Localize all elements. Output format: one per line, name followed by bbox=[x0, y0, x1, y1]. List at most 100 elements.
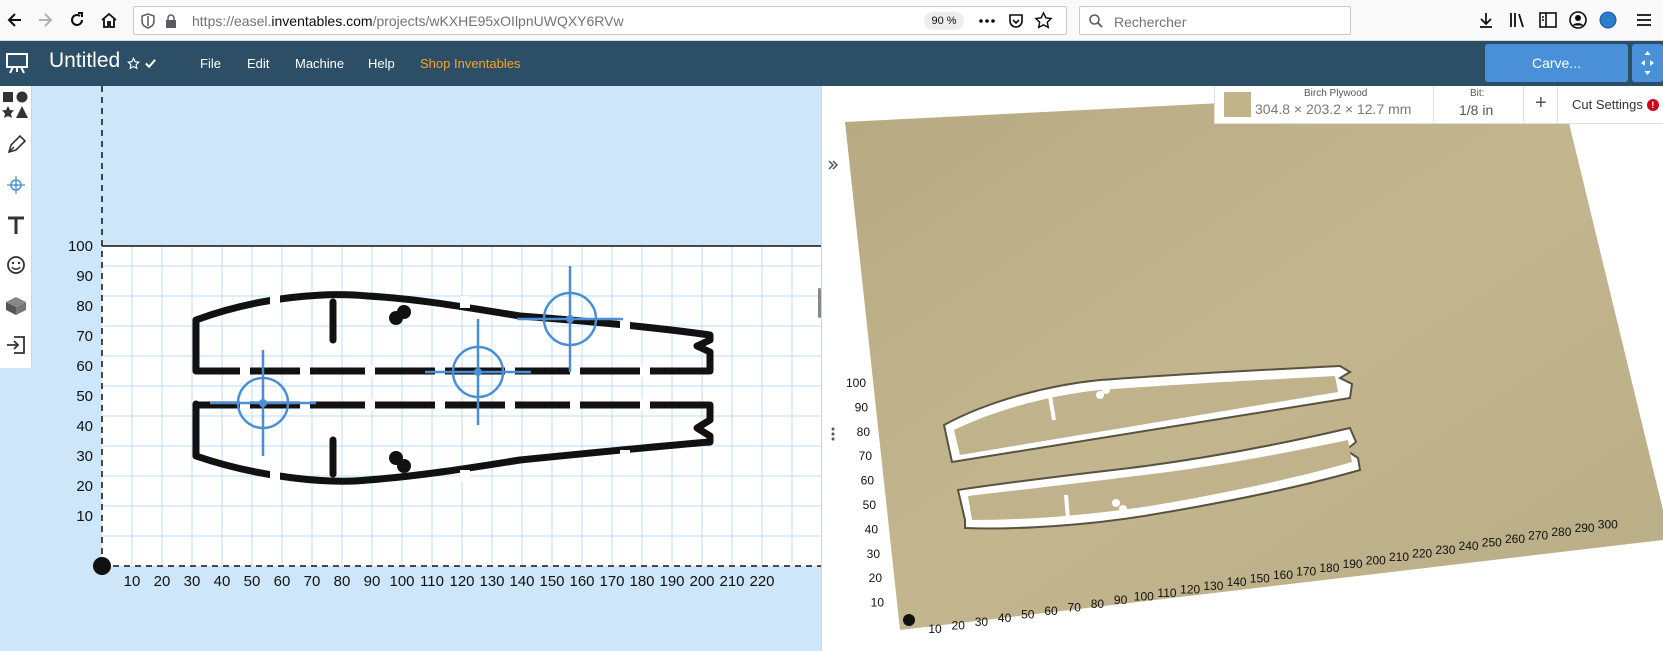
easel-logo-icon[interactable] bbox=[5, 51, 29, 75]
preview-y-tick-label: 70 bbox=[859, 449, 873, 463]
favorite-star-icon[interactable] bbox=[127, 57, 140, 70]
search-bar[interactable]: Rechercher bbox=[1079, 6, 1351, 35]
origin-marker[interactable] bbox=[93, 557, 111, 575]
url-bar[interactable]: https://easel.inventables.com/projects/w… bbox=[133, 6, 1067, 35]
separator bbox=[1433, 86, 1434, 124]
bookmark-star-icon[interactable] bbox=[1034, 11, 1053, 30]
x-tick-label: 110 bbox=[420, 573, 444, 590]
x-axis-labels: 10 20 30 40 50 60 70 80 90 100 110 120 130 140 150 160 1… bbox=[124, 573, 775, 590]
y-tick-label: 50 bbox=[76, 388, 93, 405]
apps-tool[interactable] bbox=[0, 286, 32, 324]
preview-x-tick-label: 100 bbox=[1134, 590, 1154, 604]
menu-file[interactable]: File bbox=[200, 56, 221, 71]
cut-settings-label: Cut Settings bbox=[1572, 97, 1643, 112]
document-title[interactable]: Untitled bbox=[49, 49, 120, 73]
x-tick-label: 140 bbox=[509, 573, 534, 590]
x-tick-label: 20 bbox=[154, 573, 171, 590]
y-tick-label: 10 bbox=[76, 508, 93, 525]
app-header: Untitled File Edit Machine Help Shop Inv… bbox=[0, 41, 1663, 86]
lock-icon[interactable] bbox=[164, 13, 178, 29]
home-button[interactable] bbox=[94, 5, 124, 35]
panel-divider[interactable] bbox=[821, 86, 845, 651]
separator bbox=[1557, 86, 1558, 124]
preview-x-tick-label: 200 bbox=[1366, 554, 1386, 568]
preview-x-tick-label: 240 bbox=[1459, 539, 1479, 553]
x-tick-label: 80 bbox=[334, 573, 351, 590]
expand-arrows-icon bbox=[1641, 51, 1654, 75]
reload-button[interactable] bbox=[62, 5, 92, 35]
saved-check-icon bbox=[145, 59, 156, 69]
preview-x-tick-label: 10 bbox=[928, 622, 942, 636]
preview-x-tick-label: 250 bbox=[1482, 536, 1502, 550]
import-icon bbox=[7, 336, 25, 354]
bit-label: Bit: bbox=[1470, 88, 1485, 99]
preview-y-tick-label: 50 bbox=[863, 498, 877, 512]
preview-y-tick-label: 100 bbox=[846, 376, 866, 390]
account-icon[interactable] bbox=[1568, 10, 1588, 30]
smiley-icon bbox=[7, 256, 25, 274]
import-tool[interactable] bbox=[0, 326, 32, 364]
carve-preview[interactable]: 10 20 30 40 50 60 70 80 90 100 110 120 130 140 150 160 1… bbox=[845, 86, 1663, 651]
bit-size-value[interactable]: 1/8 in bbox=[1459, 102, 1493, 118]
preview-y-tick-label: 80 bbox=[857, 425, 871, 439]
preview-y-tick-label: 30 bbox=[867, 547, 881, 561]
y-axis-labels: 100 90 80 70 60 50 40 30 20 10 bbox=[68, 238, 93, 525]
x-tick-label: 70 bbox=[304, 573, 321, 590]
cut-settings-button[interactable]: Cut Settings! bbox=[1572, 97, 1659, 112]
sidebar-icon[interactable] bbox=[1538, 10, 1558, 30]
menu-machine[interactable]: Machine bbox=[295, 56, 344, 71]
drag-handle-icon[interactable] bbox=[830, 426, 836, 442]
design-workspace[interactable]: 100 90 80 70 60 50 40 30 20 10 10 20 30 40 50 60 70 80 90… bbox=[0, 86, 821, 651]
shapes-tool[interactable] bbox=[0, 86, 32, 124]
preview-y-tick-label: 20 bbox=[869, 571, 883, 585]
carve-button[interactable]: Carve... bbox=[1485, 44, 1628, 82]
material-swatch[interactable] bbox=[1224, 92, 1251, 117]
forward-button[interactable] bbox=[30, 5, 60, 35]
pocket-icon[interactable] bbox=[1007, 12, 1025, 30]
menu-shop-inventables[interactable]: Shop Inventables bbox=[420, 56, 520, 71]
text-tool[interactable] bbox=[0, 206, 32, 244]
material-name[interactable]: Birch Plywood bbox=[1304, 88, 1367, 99]
back-button[interactable] bbox=[0, 5, 30, 35]
preview-x-tick-label: 20 bbox=[952, 618, 966, 632]
preview-x-tick-label: 180 bbox=[1319, 561, 1339, 575]
menu-help[interactable]: Help bbox=[368, 56, 395, 71]
target-icon bbox=[7, 176, 25, 194]
preview-x-tick-label: 290 bbox=[1575, 521, 1595, 535]
fullscreen-button[interactable] bbox=[1632, 44, 1663, 82]
y-tick-label: 20 bbox=[76, 478, 93, 495]
preview-3d-view[interactable]: 10 20 30 40 50 60 70 80 90 100 110 120 130 140 150 160 1… bbox=[845, 86, 1663, 651]
apps-box-icon bbox=[6, 297, 26, 315]
x-tick-label: 220 bbox=[749, 573, 774, 590]
add-bit-button[interactable]: + bbox=[1535, 92, 1547, 115]
preview-x-tick-label: 300 bbox=[1598, 518, 1618, 532]
menu-edit[interactable]: Edit bbox=[247, 56, 269, 71]
icons-tool[interactable] bbox=[0, 246, 32, 284]
y-tick-label: 100 bbox=[68, 238, 93, 255]
preview-y-tick-label: 40 bbox=[865, 522, 879, 536]
y-tick-label: 90 bbox=[76, 268, 93, 285]
pen-tool[interactable] bbox=[0, 126, 32, 164]
x-tick-label: 170 bbox=[599, 573, 624, 590]
library-icon[interactable] bbox=[1508, 10, 1528, 30]
downloads-icon[interactable] bbox=[1476, 10, 1496, 30]
preview-origin-marker bbox=[903, 614, 915, 626]
y-tick-label: 30 bbox=[76, 448, 93, 465]
preview-x-tick-label: 190 bbox=[1343, 557, 1363, 571]
shapes-icon bbox=[2, 91, 28, 118]
globe-extension-icon[interactable] bbox=[1598, 10, 1618, 30]
material-dimensions[interactable]: 304.8 × 203.2 × 12.7 mm bbox=[1255, 101, 1411, 117]
preview-x-tick-label: 60 bbox=[1044, 604, 1058, 618]
zoom-level-badge[interactable]: 90 % bbox=[924, 12, 964, 30]
home-icon bbox=[101, 12, 117, 28]
page-actions-icon[interactable] bbox=[977, 13, 997, 29]
x-tick-label: 120 bbox=[449, 573, 474, 590]
hamburger-menu-icon[interactable] bbox=[1634, 10, 1654, 30]
x-tick-label: 40 bbox=[214, 573, 231, 590]
tracking-shield-icon[interactable] bbox=[140, 13, 156, 29]
collapse-chevrons-icon[interactable] bbox=[826, 158, 840, 172]
preview-x-tick-label: 140 bbox=[1227, 575, 1247, 589]
target-tool[interactable] bbox=[0, 166, 32, 204]
url-text[interactable]: https://easel.inventables.com/projects/w… bbox=[192, 13, 624, 29]
design-canvas[interactable]: 100 90 80 70 60 50 40 30 20 10 10 20 30 40 50 60 70 80 90… bbox=[0, 86, 821, 651]
